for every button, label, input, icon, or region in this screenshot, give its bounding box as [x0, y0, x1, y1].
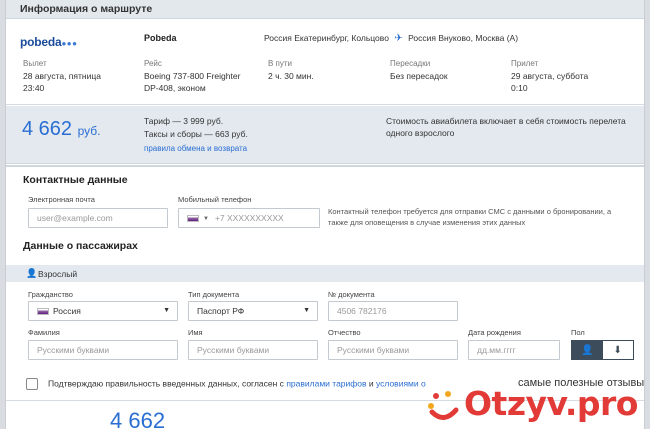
route: Россия Екатеринбург, Кольцово ✈ Россия В… — [264, 33, 518, 44]
consent-checkbox[interactable] — [26, 378, 38, 390]
consent-middle: и — [366, 378, 376, 389]
email-label: Электронная почта — [28, 195, 95, 204]
flight-column: Рейс Boeing 737-800 Freighter DP-408, эк… — [144, 58, 240, 94]
citizenship-value: Россия — [53, 306, 81, 316]
total-price: 4 662 руб. — [22, 118, 101, 141]
transfers-label: Пересадки — [390, 59, 431, 68]
male-icon[interactable]: 👤 — [572, 341, 603, 359]
chevron-down-icon: ▼ — [303, 307, 310, 314]
exchange-rules-link[interactable]: правила обмена и возврата — [144, 144, 247, 153]
citizenship-select[interactable]: Россия ▼ — [28, 301, 178, 321]
airline-logo: pobeda●●● — [20, 35, 77, 49]
patronymic-label: Отчество — [328, 328, 361, 337]
aircraft: Boeing 737-800 Freighter — [144, 71, 241, 81]
transfers-column: Пересадки Без пересадок — [390, 58, 448, 82]
birth-date-label: Дата рождения — [468, 328, 521, 337]
flight-label: Рейс — [144, 59, 162, 68]
email-field[interactable]: user@example.com — [28, 208, 168, 228]
route-from: Россия Екатеринбург, Кольцово — [264, 33, 389, 43]
total-price-amount: 4 662 — [22, 118, 73, 140]
tariff-line: Тариф — 3 999 руб. — [144, 116, 224, 126]
arrival-column: Прилет 29 августа, суббота 0:10 — [511, 58, 588, 94]
plane-icon: ✈ — [394, 33, 403, 44]
flight-number: DP-408, эконом — [144, 83, 206, 93]
section-divider — [6, 165, 644, 167]
airline-name: Pobeda — [144, 33, 177, 43]
transfers: Без пересадок — [390, 71, 448, 81]
overlay-watermark-logo: Otzyv.pro — [424, 384, 649, 429]
passengers-heading: Данные о пассажирах — [23, 240, 138, 252]
patronymic-field[interactable]: Русскими буквами — [328, 340, 458, 360]
overlay-brand: Otzyv.pro — [464, 384, 638, 423]
phone-note: Контактный телефон требуется для отправк… — [328, 207, 612, 227]
consent-prefix: Подтверждаю правильность введенных данны… — [48, 378, 287, 389]
doc-type-value: Паспорт РФ — [197, 306, 245, 316]
gender-label: Пол — [571, 328, 585, 337]
consent-row: Подтверждаю правильность введенных данны… — [26, 378, 426, 390]
departure-label: Вылет — [23, 59, 47, 68]
name-label: Имя — [188, 328, 203, 337]
surname-label: Фамилия — [28, 328, 60, 337]
flight-summary: pobeda●●● Pobeda Россия Екатеринбург, Ко… — [6, 20, 644, 105]
route-info-header: Информация о маршруте — [6, 0, 644, 19]
price-breakdown: Тариф — 3 999 руб. Таксы и сборы — 663 р… — [144, 115, 248, 141]
person-icon: 👤 — [26, 268, 38, 278]
price-summary: 4 662 руб. Тариф — 3 999 руб. Таксы и сб… — [6, 106, 644, 164]
arrival-time: 0:10 — [511, 83, 528, 93]
bottom-price: 4 662 — [110, 408, 166, 429]
contacts-heading: Контактные данные — [23, 174, 128, 186]
departure-time: 23:40 — [23, 83, 45, 93]
chevron-down-icon: ▼ — [163, 307, 170, 314]
phone-field[interactable]: ▼ +7 XXXXXXXXXX — [178, 208, 320, 228]
birth-date-field[interactable]: дд.мм.гггг — [468, 340, 560, 360]
phone-label: Мобильный телефон — [178, 195, 252, 204]
chevron-down-icon[interactable]: ▼ — [203, 216, 209, 222]
phone-placeholder: +7 XXXXXXXXXX — [214, 213, 284, 223]
citizenship-label: Гражданство — [28, 290, 73, 299]
fees-line: Таксы и сборы — 663 руб. — [144, 129, 248, 139]
booking-page: Информация о маршруте pobeda●●● Pobeda Р… — [5, 0, 645, 429]
doc-number-field[interactable]: 4506 782176 — [328, 301, 458, 321]
female-icon[interactable]: ⬇ — [602, 341, 633, 359]
departure-date: 28 августа, пятница — [23, 71, 101, 81]
russia-flag-icon — [37, 308, 49, 316]
duration: 2 ч. 30 мин. — [268, 71, 314, 81]
tariff-rules-link[interactable]: правилами тарифов — [286, 378, 366, 388]
total-price-currency: руб. — [77, 124, 101, 138]
logo-dots: ●●● — [61, 39, 78, 48]
doc-type-label: Тип документа — [188, 290, 240, 299]
price-note: Стоимость авиабилета включает в себя сто… — [386, 116, 626, 138]
route-to: Россия Внуково, Москва (А) — [408, 33, 519, 43]
passenger-type-band: 👤 Взрослый — [6, 265, 644, 282]
arrival-date: 29 августа, суббота — [511, 71, 589, 81]
duration-column: В пути 2 ч. 30 мин. — [268, 58, 314, 82]
doc-type-select[interactable]: Паспорт РФ ▼ — [188, 301, 318, 321]
doc-number-label: № документа — [328, 290, 375, 299]
passenger-type: Взрослый — [38, 269, 78, 279]
gender-toggle: 👤 ⬇ — [571, 340, 634, 360]
departure-column: Вылет 28 августа, пятница 23:40 — [23, 58, 101, 94]
arrival-label: Прилет — [511, 59, 539, 68]
surname-field[interactable]: Русскими буквами — [28, 340, 178, 360]
smile-logo-icon — [428, 391, 459, 420]
route-info-title: Информация о маршруте — [20, 3, 153, 15]
duration-label: В пути — [268, 59, 293, 68]
name-field[interactable]: Русскими буквами — [188, 340, 318, 360]
russia-flag-icon[interactable] — [187, 215, 199, 223]
terms-link[interactable]: условиями о — [376, 378, 426, 388]
logo-text: pobeda — [20, 35, 62, 49]
